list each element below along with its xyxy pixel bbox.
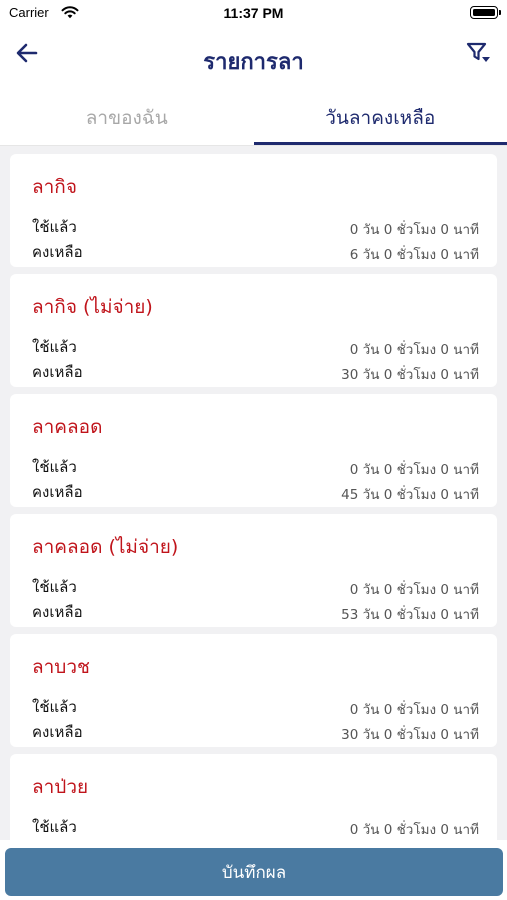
leave-card: ลากิจ ใช้แล้ว 0 วัน 0 ชั่วโมง 0 นาที คงเ…: [10, 154, 497, 267]
used-value: 0 วัน 0 ชั่วโมง 0 นาที: [349, 462, 479, 478]
leave-type-title: ลาบวช: [32, 656, 90, 678]
remaining-label: คงเหลือ: [32, 243, 83, 261]
leave-balance-list[interactable]: ลากิจ ใช้แล้ว 0 วัน 0 ชั่วโมง 0 นาที คงเ…: [0, 146, 507, 840]
leave-card: ลาบวช ใช้แล้ว 0 วัน 0 ชั่วโมง 0 นาที คงเ…: [10, 634, 497, 747]
remaining-label: คงเหลือ: [32, 723, 83, 741]
remaining-label: คงเหลือ: [32, 603, 83, 621]
remaining-value: 45 วัน 0 ชั่วโมง 0 นาที: [341, 487, 479, 503]
remaining-label: คงเหลือ: [32, 483, 83, 501]
remaining-value: 53 วัน 0 ชั่วโมง 0 นาที: [341, 607, 479, 623]
tab-my-leaves[interactable]: ลาของฉัน: [0, 90, 254, 146]
status-bar: Carrier 11:37 PM: [0, 0, 507, 28]
leave-type-title: ลากิจ: [32, 176, 77, 198]
remaining-value: 30 วัน 0 ชั่วโมง 0 นาที: [341, 727, 479, 743]
leave-type-title: ลาคลอด: [32, 416, 103, 438]
app-header: รายการลา: [0, 28, 507, 90]
save-button[interactable]: บันทึกผล: [5, 848, 503, 896]
filter-button[interactable]: [462, 36, 496, 70]
used-label: ใช้แล้ว: [32, 218, 77, 236]
leave-card: ลากิจ (ไม่จ่าย) ใช้แล้ว 0 วัน 0 ชั่วโมง …: [10, 274, 497, 387]
used-value: 0 วัน 0 ชั่วโมง 0 นาที: [349, 822, 479, 838]
leave-type-title: ลาป่วย: [32, 776, 89, 798]
status-time: 11:37 PM: [223, 5, 284, 21]
used-value: 0 วัน 0 ชั่วโมง 0 นาที: [349, 222, 479, 238]
used-value: 0 วัน 0 ชั่วโมง 0 นาที: [349, 342, 479, 358]
remaining-label: คงเหลือ: [32, 363, 83, 381]
used-label: ใช้แล้ว: [32, 818, 77, 836]
leave-type-title: ลาคลอด (ไม่จ่าย): [32, 536, 179, 558]
leave-card: ลาป่วย ใช้แล้ว 0 วัน 0 ชั่วโมง 0 นาที: [10, 754, 497, 840]
tab-bar: ลาของฉัน วันลาคงเหลือ: [0, 90, 507, 146]
leave-card: ลาคลอด ใช้แล้ว 0 วัน 0 ชั่วโมง 0 นาที คง…: [10, 394, 497, 507]
used-value: 0 วัน 0 ชั่วโมง 0 นาที: [349, 702, 479, 718]
tab-remaining-leave[interactable]: วันลาคงเหลือ: [254, 90, 507, 146]
used-label: ใช้แล้ว: [32, 578, 77, 596]
remaining-value: 30 วัน 0 ชั่วโมง 0 นาที: [341, 367, 479, 383]
battery-icon: [470, 6, 501, 19]
active-tab-indicator: [253, 142, 507, 145]
used-label: ใช้แล้ว: [32, 458, 77, 476]
page-title: รายการลา: [203, 50, 304, 75]
used-value: 0 วัน 0 ชั่วโมง 0 นาที: [349, 582, 479, 598]
used-label: ใช้แล้ว: [32, 698, 77, 716]
filter-icon: [466, 42, 490, 62]
remaining-value: 6 วัน 0 ชั่วโมง 0 นาที: [349, 247, 479, 263]
leave-card: ลาคลอด (ไม่จ่าย) ใช้แล้ว 0 วัน 0 ชั่วโมง…: [10, 514, 497, 627]
leave-type-title: ลากิจ (ไม่จ่าย): [32, 296, 153, 318]
used-label: ใช้แล้ว: [32, 338, 77, 356]
